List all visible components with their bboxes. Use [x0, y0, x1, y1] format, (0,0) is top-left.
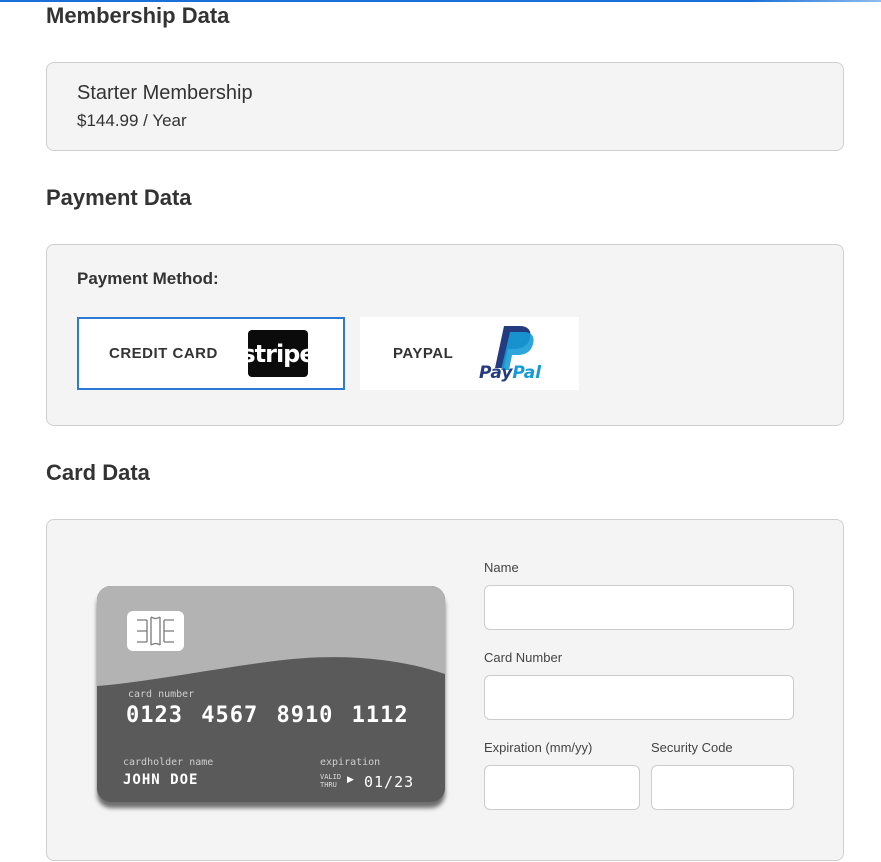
card-heading: Card Data: [46, 460, 150, 485]
payment-heading: Payment Data: [46, 185, 192, 210]
card-panel: card number 0123 4567 8910 1112 cardhold…: [46, 519, 844, 861]
membership-panel: Starter Membership $144.99 / Year: [46, 62, 844, 151]
plan-name: Starter Membership: [77, 82, 253, 104]
payment-method-label: Payment Method:: [77, 269, 219, 288]
security-code-label: Security Code: [651, 740, 733, 755]
credit-card-preview: card number 0123 4567 8910 1112 cardhold…: [97, 586, 445, 802]
cardholder-caption: cardholder name: [123, 757, 214, 768]
expiration-caption: expiration: [320, 757, 381, 768]
play-arrow-icon: ▶: [347, 774, 354, 784]
payment-option-paypal[interactable]: PAYPAL PayPal: [360, 317, 579, 390]
card-number-input[interactable]: [484, 675, 794, 720]
expiration-preview: 01/23: [364, 773, 415, 791]
paypal-wordmark: PayPal: [479, 363, 542, 383]
membership-heading: Membership Data: [46, 3, 230, 28]
expiration-input[interactable]: [484, 765, 640, 810]
plan-price: $144.99 / Year: [77, 111, 187, 130]
cardholder-name-preview: JOHN DOE: [123, 772, 199, 788]
stripe-logo: stripe: [241, 330, 316, 377]
valid-thru-label: VALID THRU: [320, 773, 342, 789]
card-number-preview: 0123 4567 8910 1112: [126, 703, 409, 728]
top-accent-line: [0, 0, 881, 2]
card-chip-icon: [127, 611, 184, 651]
card-number-label: Card Number: [484, 650, 563, 665]
security-code-input[interactable]: [651, 765, 794, 810]
payment-panel: Payment Method: CREDIT CARD stripe PAYPA…: [46, 244, 844, 426]
name-input[interactable]: [484, 585, 794, 630]
paypal-label: PAYPAL: [393, 345, 454, 362]
credit-card-label: CREDIT CARD: [109, 345, 218, 362]
card-number-caption: card number: [128, 689, 195, 700]
name-label: Name: [484, 560, 519, 575]
expiration-label: Expiration (mm/yy): [484, 740, 593, 755]
payment-option-credit-card[interactable]: CREDIT CARD stripe: [77, 317, 345, 390]
